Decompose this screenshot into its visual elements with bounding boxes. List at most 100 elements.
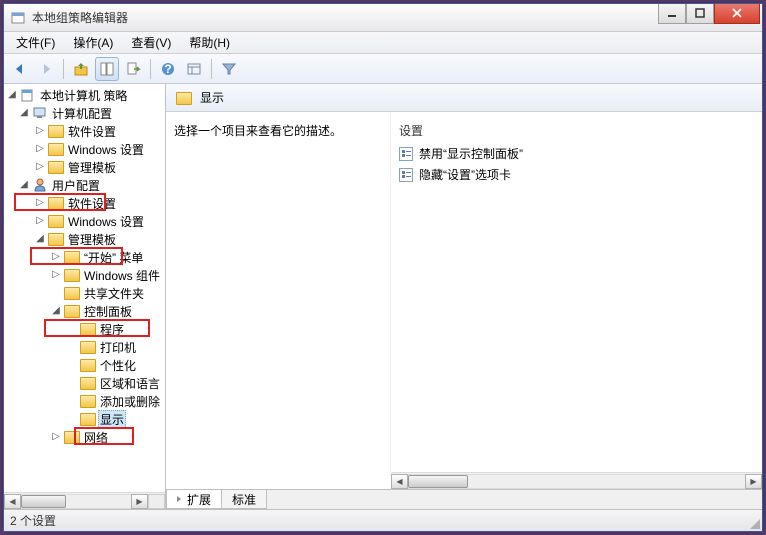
folder-icon	[80, 393, 96, 409]
tree-scroll[interactable]: ◢ 本地计算机 策略 ◢ 计算机配置 ▷软件设置 ▷Windows 设置 ▷管理…	[4, 84, 165, 492]
status-text: 2 个设置	[10, 512, 56, 529]
scroll-left-button[interactable]: ◀	[391, 474, 408, 489]
statusbar: 2 个设置	[4, 509, 762, 531]
help-button[interactable]: ?	[156, 57, 180, 81]
tree-control-panel[interactable]: ◢控制面板	[4, 302, 165, 320]
folder-icon	[64, 249, 80, 265]
tree-item[interactable]: 添加或删除	[4, 392, 165, 410]
up-button[interactable]	[69, 57, 93, 81]
close-button[interactable]	[714, 4, 760, 24]
titlebar[interactable]: 本地组策略编辑器	[4, 4, 762, 32]
collapse-icon[interactable]: ◢	[34, 234, 46, 244]
tree-item[interactable]: ▷软件设置	[4, 122, 165, 140]
collapse-icon[interactable]: ◢	[6, 90, 18, 100]
window-controls	[658, 4, 760, 24]
tree-panel: ◢ 本地计算机 策略 ◢ 计算机配置 ▷软件设置 ▷Windows 设置 ▷管理…	[4, 84, 166, 509]
menu-action[interactable]: 操作(A)	[65, 32, 121, 53]
setting-label: 隐藏“设置”选项卡	[419, 166, 511, 183]
export-button[interactable]	[121, 57, 145, 81]
maximize-button[interactable]	[686, 4, 714, 24]
minimize-button[interactable]	[658, 4, 686, 24]
expand-icon[interactable]: ▷	[34, 162, 46, 172]
tree-admin-templates[interactable]: ◢管理模板	[4, 230, 165, 248]
scroll-track[interactable]	[21, 494, 131, 509]
scroll-thumb[interactable]	[408, 475, 468, 488]
tree-hscrollbar[interactable]: ◀ ▶	[4, 492, 165, 509]
tree-item[interactable]: ▷管理模板	[4, 158, 165, 176]
expand-icon[interactable]: ▷	[50, 270, 62, 280]
setting-label: 禁用“显示控制面板”	[419, 145, 523, 162]
scroll-right-button[interactable]: ▶	[745, 474, 762, 489]
menu-help[interactable]: 帮助(H)	[181, 32, 238, 53]
expand-icon[interactable]: ▷	[50, 432, 62, 442]
scroll-left-button[interactable]: ◀	[4, 494, 21, 509]
show-hide-button[interactable]	[182, 57, 206, 81]
tree: ◢ 本地计算机 策略 ◢ 计算机配置 ▷软件设置 ▷Windows 设置 ▷管理…	[4, 84, 165, 448]
details-title: 显示	[200, 89, 224, 106]
scroll-thumb[interactable]	[21, 495, 66, 508]
tree-item[interactable]: ▷“开始” 菜单	[4, 248, 165, 266]
expand-icon[interactable]: ▷	[50, 252, 62, 262]
tree-item[interactable]: 共享文件夹	[4, 284, 165, 302]
toolbar-separator	[63, 59, 64, 79]
window-title: 本地组策略编辑器	[32, 9, 658, 26]
tree-item[interactable]: ▷网络	[4, 428, 165, 446]
folder-icon	[64, 303, 80, 319]
tree-item[interactable]: ▷Windows 设置	[4, 140, 165, 158]
folder-icon	[48, 141, 64, 157]
tree-item[interactable]: ▷软件设置	[4, 194, 165, 212]
collapse-icon[interactable]: ◢	[18, 108, 30, 118]
menu-file[interactable]: 文件(F)	[8, 32, 63, 53]
scroll-right-button[interactable]: ▶	[131, 494, 148, 509]
details-hscrollbar[interactable]: ◀ ▶	[391, 472, 762, 489]
folder-icon	[80, 411, 96, 427]
tab-tick-icon	[177, 496, 183, 502]
tree-item[interactable]: 个性化	[4, 356, 165, 374]
expand-icon[interactable]: ▷	[34, 144, 46, 154]
folder-icon	[48, 159, 64, 175]
settings-column: 设置 禁用“显示控制面板” 隐藏“设置”选项卡	[391, 112, 762, 472]
collapse-icon[interactable]: ◢	[18, 180, 30, 190]
setting-item[interactable]: 隐藏“设置”选项卡	[391, 164, 762, 185]
tab-standard[interactable]: 标准	[221, 490, 267, 509]
collapse-icon[interactable]: ◢	[50, 306, 62, 316]
computer-icon	[32, 105, 48, 121]
tree-user-config[interactable]: ◢ 用户配置	[4, 176, 165, 194]
content-area: ◢ 本地计算机 策略 ◢ 计算机配置 ▷软件设置 ▷Windows 设置 ▷管理…	[4, 84, 762, 509]
expand-icon[interactable]: ▷	[34, 126, 46, 136]
tab-extended[interactable]: 扩展	[166, 490, 222, 509]
expand-icon[interactable]: ▷	[34, 216, 46, 226]
tree-root[interactable]: ◢ 本地计算机 策略	[4, 86, 165, 104]
details-body: 选择一个项目来查看它的描述。 设置 禁用“显示控制面板” 隐藏“设置”选项卡	[166, 112, 762, 472]
description-column: 选择一个项目来查看它的描述。	[166, 112, 391, 472]
tree-display[interactable]: 显示	[4, 410, 165, 428]
tree-item[interactable]: ▷Windows 设置	[4, 212, 165, 230]
toolbar-separator	[211, 59, 212, 79]
user-icon	[32, 177, 48, 193]
tree-item[interactable]: 区域和语言	[4, 374, 165, 392]
svg-text:?: ?	[164, 62, 171, 76]
folder-icon	[48, 195, 64, 211]
menu-view[interactable]: 查看(V)	[123, 32, 179, 53]
filter-button[interactable]	[217, 57, 241, 81]
details-panel: 显示 选择一个项目来查看它的描述。 设置 禁用“显示控制面板” 隐藏“设置”选项…	[166, 84, 762, 509]
properties-button[interactable]	[95, 57, 119, 81]
scroll-track[interactable]	[408, 474, 745, 489]
tree-item[interactable]: 打印机	[4, 338, 165, 356]
folder-icon	[64, 267, 80, 283]
toolbar-separator	[150, 59, 151, 79]
policy-item-icon	[399, 147, 413, 161]
back-button[interactable]	[8, 57, 32, 81]
tree-item[interactable]: 程序	[4, 320, 165, 338]
setting-item[interactable]: 禁用“显示控制面板”	[391, 143, 762, 164]
scrollbar-corner	[148, 494, 165, 509]
resize-grip[interactable]	[748, 517, 760, 529]
tree-computer-config[interactable]: ◢ 计算机配置	[4, 104, 165, 122]
details-header: 显示	[166, 84, 762, 112]
tree-item[interactable]: ▷Windows 组件	[4, 266, 165, 284]
folder-icon	[48, 213, 64, 229]
expand-icon[interactable]: ▷	[34, 198, 46, 208]
forward-button[interactable]	[34, 57, 58, 81]
details-tabs: 扩展 标准	[166, 489, 762, 509]
menubar: 文件(F) 操作(A) 查看(V) 帮助(H)	[4, 32, 762, 54]
